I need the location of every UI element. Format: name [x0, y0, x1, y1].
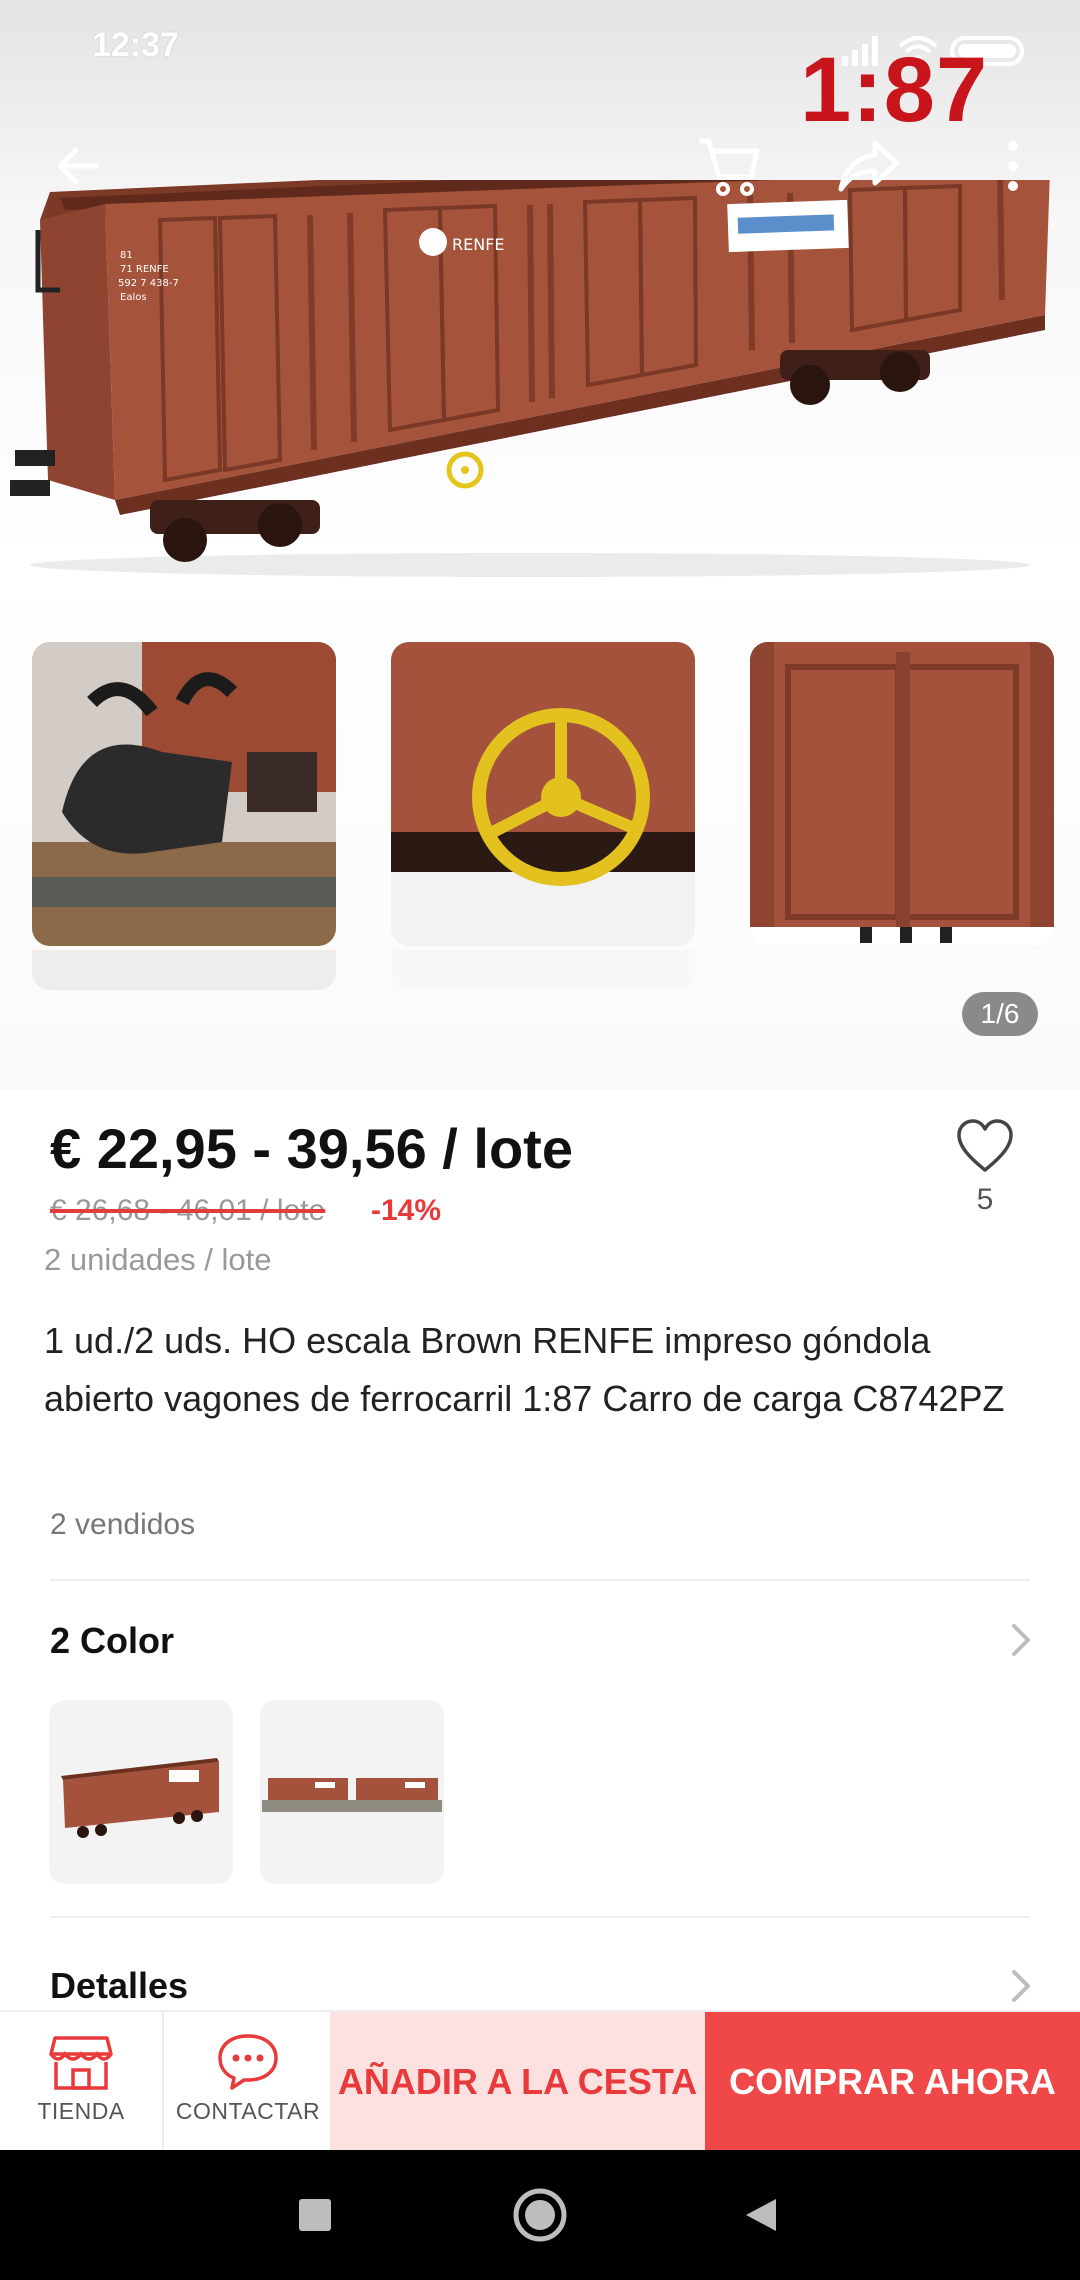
heart-icon: [957, 1119, 1013, 1172]
cart-button[interactable]: [690, 128, 766, 204]
bottom-action-bar: TIENDA CONTACTAR AÑADIR A LA CESTA COMPR…: [0, 2010, 1080, 2152]
back-button[interactable]: [40, 128, 116, 204]
color-section-title[interactable]: 2 Color: [50, 1620, 174, 1662]
product-title: 1 ud./2 uds. HO escala Brown RENFE impre…: [44, 1320, 1005, 1419]
status-time: 12:37: [92, 26, 179, 64]
svg-text:Ealos: Ealos: [120, 292, 147, 303]
details-section-title[interactable]: Detalles: [50, 1965, 188, 2007]
wishlist-button[interactable]: 5: [950, 1118, 1020, 1217]
color-option-two-wagons[interactable]: [260, 1700, 444, 1884]
svg-text:81: 81: [120, 250, 133, 261]
wishlist-count: 5: [976, 1183, 994, 1216]
back-arrow-icon: [57, 147, 99, 185]
product-main-image[interactable]: RENFE 81 71 RENFE 592 7 438-7 Ealos: [10, 180, 1070, 580]
home-button[interactable]: [505, 2180, 575, 2250]
thumbnail-reflection: [750, 950, 1054, 990]
units-per-lot: 2 unidades / lote: [44, 1242, 272, 1277]
thumbnail-brake-wheel[interactable]: [391, 642, 695, 946]
buy-now-button[interactable]: COMPRAR AHORA: [705, 2012, 1080, 2152]
more-vertical-icon: [1008, 141, 1018, 191]
divider: [50, 1579, 1030, 1581]
price: € 22,95 - 39,56 / lote: [50, 1117, 573, 1180]
thumbnail-coupler[interactable]: [32, 642, 336, 946]
divider: [50, 1916, 1030, 1918]
original-price: € 26,68 - 46,01 / lote: [50, 1194, 326, 1227]
svg-text:71 RENFE: 71 RENFE: [120, 264, 169, 275]
back-triangle-icon: [746, 2199, 776, 2231]
recents-square-icon: [299, 2199, 331, 2231]
back-nav-button[interactable]: [725, 2180, 795, 2250]
contact-button[interactable]: CONTACTAR: [166, 2012, 330, 2152]
more-options-button[interactable]: [975, 128, 1051, 204]
cart-icon: [699, 138, 760, 196]
home-circle-icon: [513, 2188, 567, 2242]
thumbnail-reflection: [32, 950, 336, 990]
store-icon: [49, 2036, 113, 2090]
svg-text:RENFE: RENFE: [452, 235, 505, 254]
color-option-single-wagon[interactable]: [49, 1700, 233, 1884]
discount-badge: -14%: [371, 1194, 442, 1227]
sold-count: 2 vendidos: [50, 1508, 196, 1541]
svg-text:592 7 438-7: 592 7 438-7: [118, 278, 179, 289]
chevron-right-icon[interactable]: [1006, 1620, 1036, 1660]
contact-label: CONTACTAR: [175, 2098, 321, 2124]
recents-button[interactable]: [280, 2180, 350, 2250]
system-navigation-bar: [0, 2150, 1080, 2280]
thumbnail-side-doors[interactable]: [750, 642, 1054, 946]
share-icon: [838, 140, 900, 192]
product-image-gallery[interactable]: RENFE 81 71 RENFE 592 7 438-7 Ealos 1/6: [0, 0, 1080, 1090]
share-button[interactable]: [832, 128, 908, 204]
store-button[interactable]: TIENDA: [0, 2012, 164, 2152]
chevron-right-icon[interactable]: [1006, 1966, 1036, 2006]
store-label: TIENDA: [37, 2098, 125, 2124]
chat-icon: [218, 2034, 278, 2090]
add-to-cart-button[interactable]: AÑADIR A LA CESTA: [330, 2012, 705, 2152]
image-pager: 1/6: [962, 992, 1038, 1036]
thumbnail-reflection: [391, 950, 695, 990]
